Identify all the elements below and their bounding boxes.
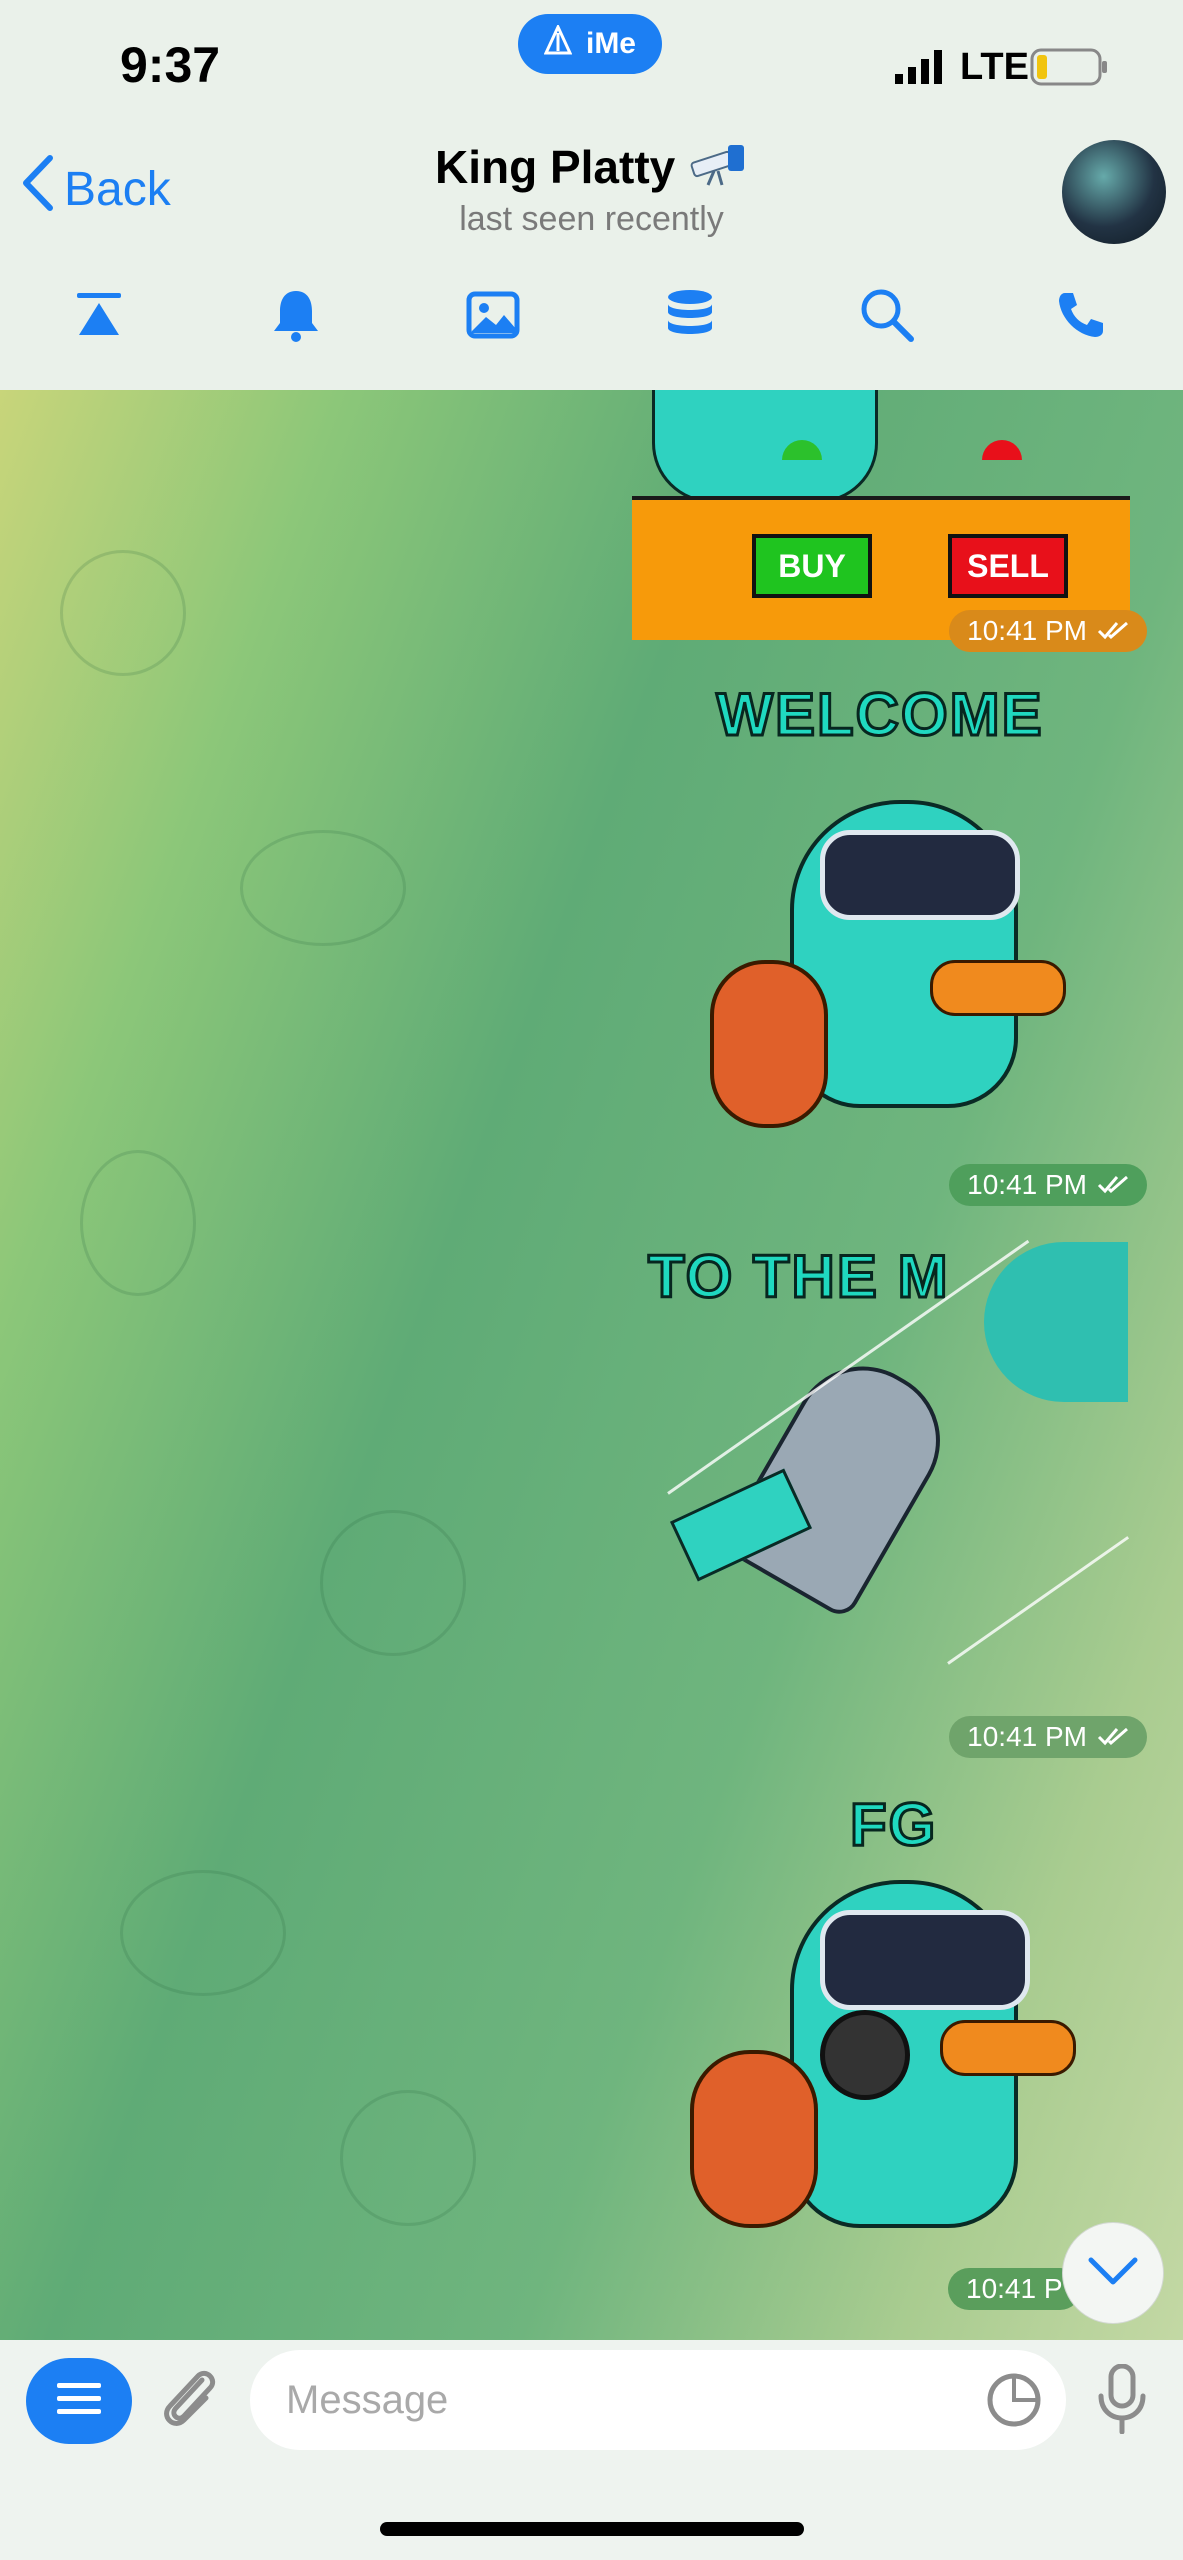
chat-title[interactable]: King Platty: [0, 140, 1183, 198]
phone-icon: [1055, 289, 1107, 346]
menu-icon: [57, 2381, 101, 2422]
status-time: 9:37: [120, 37, 221, 93]
platypus-tail: [690, 2050, 818, 2228]
sticker-caption: TO THE M: [647, 1242, 950, 1312]
duck-bill: [940, 2020, 1076, 2076]
ime-label: iMe: [585, 27, 636, 60]
notifications-button[interactable]: [261, 282, 331, 352]
ime-pill[interactable]: iMe: [518, 14, 662, 74]
sticker-platypus: [652, 390, 878, 503]
image-icon: [466, 291, 520, 344]
home-indicator: [380, 2522, 804, 2536]
database-icon: [665, 288, 715, 347]
scroll-down-button[interactable]: [1062, 2222, 1164, 2324]
time-text: 10:41 PM: [967, 615, 1087, 646]
sticker-caption: WELCOME: [715, 680, 1044, 750]
bell-icon: [270, 287, 322, 348]
sell-lever-icon: [982, 440, 1022, 460]
doodle-pattern: [80, 1150, 196, 1296]
speed-line: [947, 1536, 1130, 1665]
doodle-pattern: [340, 2090, 476, 2226]
media-button[interactable]: [458, 282, 528, 352]
gun-icon: [820, 2010, 910, 2100]
battery-icon: [1030, 48, 1110, 91]
network-label: LTE: [960, 46, 1029, 88]
double-check-icon: [1097, 1169, 1129, 1201]
voice-button[interactable]: [1096, 2363, 1148, 2439]
chat-status: last seen recently: [459, 200, 724, 238]
message-timestamp: 10:41 PM: [949, 610, 1147, 652]
chat-area[interactable]: BUY SELL 10:41 PM WELCOME 10:41 PM TO TH…: [0, 390, 1183, 2340]
avatar[interactable]: [1062, 140, 1166, 244]
message-timestamp: 10:41 P: [948, 2268, 1081, 2310]
doodle-pattern: [120, 1870, 286, 1996]
microphone-icon: [1096, 2363, 1148, 2438]
sticker-caption: FG: [848, 1790, 938, 1860]
call-button[interactable]: [1046, 282, 1116, 352]
message-timestamp: 10:41 PM: [949, 1716, 1147, 1758]
sticker-message[interactable]: BUY SELL: [632, 390, 1132, 640]
double-check-icon: [1097, 1721, 1129, 1753]
moon-icon: [984, 1242, 1128, 1402]
sticker-message[interactable]: WELCOME: [690, 680, 1130, 1140]
attach-button[interactable]: [158, 2364, 222, 2439]
paperclip-icon: [158, 2370, 222, 2438]
vr-goggles-icon: [820, 1910, 1030, 2010]
duck-bill: [930, 960, 1066, 1016]
time-text: 10:41 PM: [967, 1169, 1087, 1200]
message-timestamp: 10:41 PM: [949, 1164, 1147, 1206]
ime-icon: [543, 23, 573, 63]
doodle-pattern: [240, 830, 406, 946]
sticker-message[interactable]: TO THE M: [647, 1239, 1132, 1665]
chat-title-text: King Platty: [434, 141, 676, 193]
search-button[interactable]: [852, 282, 922, 352]
signal-icon: [895, 50, 947, 89]
sell-sign: SELL: [948, 534, 1068, 598]
search-icon: [859, 287, 915, 348]
double-check-icon: [1097, 615, 1129, 647]
sticker-icon: [986, 2373, 1042, 2432]
message-placeholder: Message: [286, 2378, 449, 2422]
storage-button[interactable]: [655, 282, 725, 352]
pin-button[interactable]: [64, 282, 134, 352]
platypus-tail: [710, 960, 828, 1128]
time-text: 10:41 PM: [967, 1721, 1087, 1752]
time-text: 10:41 P: [966, 2273, 1063, 2304]
sticker-message[interactable]: FG: [690, 1790, 1130, 2290]
telescope-emoji-icon: [688, 144, 748, 198]
pin-icon: [73, 289, 125, 346]
menu-button[interactable]: [26, 2358, 132, 2444]
chevron-down-icon: [1087, 2256, 1139, 2291]
doodle-pattern: [60, 550, 186, 676]
sticker-button[interactable]: [986, 2372, 1042, 2433]
vr-goggles-icon: [820, 830, 1020, 920]
doodle-pattern: [320, 1510, 466, 1656]
buy-sign: BUY: [752, 534, 872, 598]
